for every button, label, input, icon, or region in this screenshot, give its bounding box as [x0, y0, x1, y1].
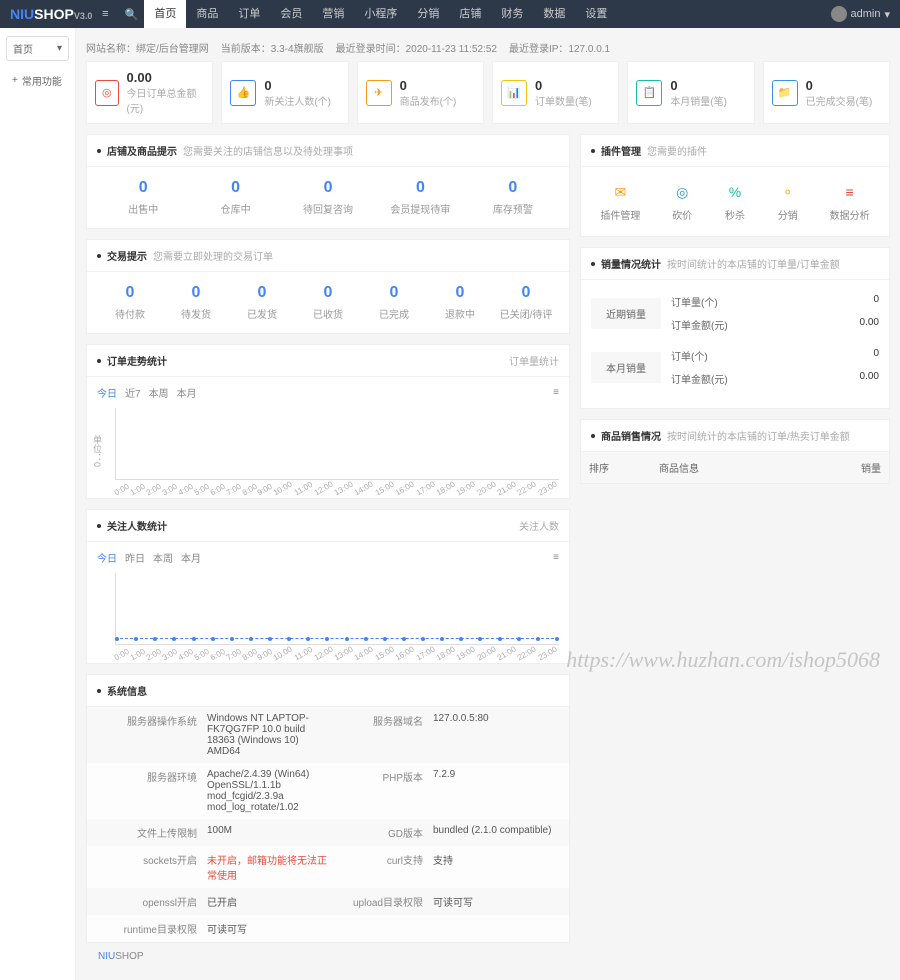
- logo: NIUSHOPV3.0: [10, 6, 92, 22]
- nav-分销[interactable]: 分销: [407, 0, 449, 28]
- panel-system-info: 系统信息 服务器操作系统Windows NT LAPTOP-FK7QG7FP 1…: [86, 674, 570, 943]
- footer-logo: NIUSHOP: [86, 943, 890, 970]
- follow-chart: 0:001:002:003:004:005:006:007:008:009:00…: [87, 573, 569, 663]
- nav-订单[interactable]: 订单: [228, 0, 270, 28]
- panel-order-chart: 订单走势统计订单量统计 今日近7本周本月≡ 单位：0 0:001:002:003…: [86, 344, 570, 499]
- stat-icon: ◎: [95, 80, 119, 106]
- plugin-item[interactable]: ≡数据分析: [830, 181, 870, 222]
- chart-tab[interactable]: 今日: [97, 550, 117, 565]
- num-cell[interactable]: 0退款中: [427, 284, 493, 321]
- panel-trade-hint: 交易提示您需要立即处理的交易订单 0待付款0待发货0已发货0已收货0已完成0退款…: [86, 239, 570, 334]
- num-cell[interactable]: 0待发货: [163, 284, 229, 321]
- num-cell[interactable]: 0库存预警: [467, 179, 559, 216]
- plus-icon: +: [12, 75, 18, 86]
- nav-数据[interactable]: 数据: [533, 0, 575, 28]
- chart-menu-icon[interactable]: ≡: [553, 387, 559, 398]
- stat-card[interactable]: 📁0已完成交易(笔): [763, 61, 890, 124]
- plugin-item[interactable]: ⚬分销: [777, 181, 799, 222]
- chevron-down-icon: ▾: [884, 8, 890, 21]
- nav-店铺[interactable]: 店铺: [449, 0, 491, 28]
- nav-设置[interactable]: 设置: [575, 0, 617, 28]
- num-cell[interactable]: 0已收货: [295, 284, 361, 321]
- plugin-icon: ≡: [839, 181, 861, 203]
- num-cell[interactable]: 0仓库中: [189, 179, 281, 216]
- num-cell[interactable]: 0待付款: [97, 284, 163, 321]
- chart-tab[interactable]: 本月: [181, 550, 201, 565]
- plugin-icon: ✉: [609, 181, 631, 203]
- num-cell[interactable]: 0出售中: [97, 179, 189, 216]
- chart-menu-icon[interactable]: ≡: [553, 552, 559, 563]
- system-row: sockets开启未开启，邮箱功能将无法正常使用curl支持支持: [87, 846, 569, 888]
- stat-group: 近期销量订单量(个)0订单金额(元)0.00: [591, 290, 879, 336]
- nav-财务[interactable]: 财务: [491, 0, 533, 28]
- plugin-item[interactable]: %秒杀: [724, 181, 746, 222]
- sidebar-add-shortcut[interactable]: + 常用功能: [6, 69, 69, 92]
- chevron-down-icon: ▾: [57, 43, 62, 54]
- num-cell[interactable]: 0已发货: [229, 284, 295, 321]
- top-nav: 首页商品订单会员营销小程序分销店铺财务数据设置: [144, 0, 617, 28]
- num-cell[interactable]: 0待回复咨询: [282, 179, 374, 216]
- search-icon[interactable]: 🔍: [118, 0, 144, 28]
- topbar: NIUSHOPV3.0 ≡ 🔍 首页商品订单会员营销小程序分销店铺财务数据设置 …: [0, 0, 900, 28]
- stat-icon: 📋: [636, 80, 662, 106]
- plugin-item[interactable]: ◎砍价: [671, 181, 693, 222]
- stat-icon: 📊: [501, 80, 527, 106]
- breadcrumb: 网站名称：绑定/后台管理网 当前版本：3.3-4旗舰版 最近登录时间：2020-…: [86, 34, 890, 61]
- nav-营销[interactable]: 营销: [312, 0, 354, 28]
- stat-group: 本月销量订单(个)0订单金额(元)0.00: [591, 344, 879, 390]
- table-header: 排序商品信息销量: [581, 452, 889, 483]
- order-chart: 单位：0 0:001:002:003:004:005:006:007:008:0…: [87, 408, 569, 498]
- system-row: 服务器操作系统Windows NT LAPTOP-FK7QG7FP 10.0 b…: [87, 707, 569, 763]
- chart-tab[interactable]: 昨日: [125, 550, 145, 565]
- num-cell[interactable]: 0会员提现待审: [374, 179, 466, 216]
- user-name: admin: [851, 8, 881, 20]
- panel-sale-stat: 销量情况统计按时间统计的本店铺的订单量/订单金额 近期销量订单量(个)0订单金额…: [580, 247, 890, 409]
- system-row: openssl开启已开启upload目录权限可读可写: [87, 888, 569, 915]
- chart-tab[interactable]: 本周: [149, 385, 169, 400]
- num-cell[interactable]: 0已关闭/待评: [493, 284, 559, 321]
- system-row: 文件上传限制100MGD版本bundled (2.1.0 compatible): [87, 819, 569, 846]
- plugin-icon: ⚬: [777, 181, 799, 203]
- panel-hot-goods: 商品销售情况按时间统计的本店铺的订单/热卖订单金额 排序商品信息销量: [580, 419, 890, 484]
- panel-shop-hint: 店铺及商品提示您需要关注的店铺信息以及待处理事项 0出售中0仓库中0待回复咨询0…: [86, 134, 570, 229]
- chart-tab[interactable]: 本周: [153, 550, 173, 565]
- panel-follow-chart: 关注人数统计关注人数 今日昨日本周本月≡ 0:001:002:003:004:0…: [86, 509, 570, 664]
- chart-tab[interactable]: 本月: [177, 385, 197, 400]
- user-menu[interactable]: admin ▾: [831, 6, 891, 22]
- nav-商品[interactable]: 商品: [186, 0, 228, 28]
- chart-tab[interactable]: 近7: [125, 385, 141, 400]
- nav-小程序[interactable]: 小程序: [354, 0, 407, 28]
- stat-cards: ◎0.00今日订单总金额(元)👍0新关注人数(个)✈0商品发布(个)📊0订单数量…: [86, 61, 890, 124]
- avatar-icon: [831, 6, 847, 22]
- plugin-item[interactable]: ✉插件管理: [600, 181, 640, 222]
- panel-plugins: 插件管理您需要的插件 ✉插件管理◎砍价%秒杀⚬分销≡数据分析: [580, 134, 890, 237]
- stat-card[interactable]: ✈0商品发布(个): [357, 61, 484, 124]
- plugin-icon: ◎: [671, 181, 693, 203]
- stat-icon: ✈: [366, 80, 392, 106]
- stat-icon: 📁: [772, 80, 798, 106]
- stat-icon: 👍: [230, 80, 256, 106]
- stat-card[interactable]: 📊0订单数量(笔): [492, 61, 619, 124]
- sidebar: 首页▾ + 常用功能: [0, 28, 76, 980]
- sidebar-home-select[interactable]: 首页▾: [6, 36, 69, 61]
- plugin-icon: %: [724, 181, 746, 203]
- nav-首页[interactable]: 首页: [144, 0, 186, 28]
- stat-card[interactable]: ◎0.00今日订单总金额(元): [86, 61, 213, 124]
- system-row: 服务器环境Apache/2.4.39 (Win64) OpenSSL/1.1.1…: [87, 763, 569, 819]
- stat-card[interactable]: 📋0本月销量(笔): [627, 61, 754, 124]
- menu-toggle-icon[interactable]: ≡: [92, 0, 118, 28]
- chart-tab[interactable]: 今日: [97, 385, 117, 400]
- nav-会员[interactable]: 会员: [270, 0, 312, 28]
- num-cell[interactable]: 0已完成: [361, 284, 427, 321]
- system-row: runtime目录权限可读可写: [87, 915, 569, 942]
- stat-card[interactable]: 👍0新关注人数(个): [221, 61, 348, 124]
